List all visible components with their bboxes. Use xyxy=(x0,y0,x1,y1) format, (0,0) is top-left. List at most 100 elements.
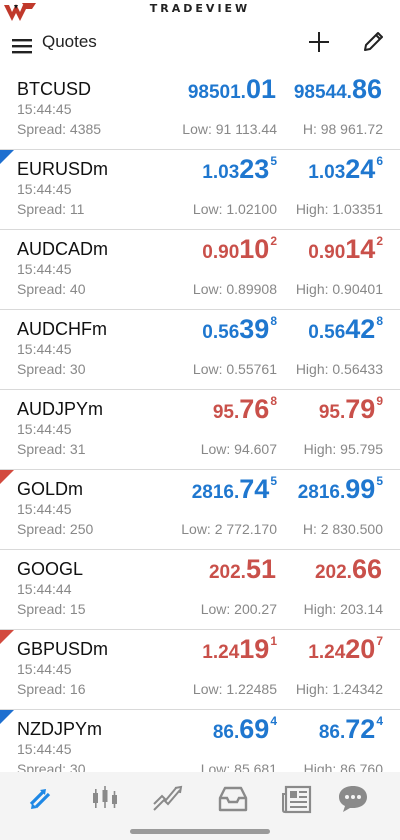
bid-price-pips: 51 xyxy=(245,554,276,584)
symbol-name: GOOGL xyxy=(17,559,84,579)
bid-price-base: 0.56 xyxy=(202,322,240,343)
ask-price-pips: 20 xyxy=(345,634,376,664)
bid-price-pips: 23 xyxy=(239,154,270,184)
bid-price-pips: 10 xyxy=(239,234,270,264)
bid-price-fraction: 5 xyxy=(270,474,277,488)
ask-price[interactable]: 1.24207 xyxy=(308,634,383,665)
quote-row[interactable]: GOOGL 15:44:44 Spread: 15 202.51 202.66 Low: … xyxy=(0,550,400,630)
bid-price-fraction: 8 xyxy=(270,394,277,408)
symbol-name: GBPUSDm xyxy=(17,639,109,659)
bid-price[interactable]: 0.56398 xyxy=(202,314,277,345)
ask-price-base: 1.03 xyxy=(308,162,346,183)
ask-price-pips: 79 xyxy=(345,394,376,424)
low-value: Low: 85.681 xyxy=(200,761,277,772)
trend-icon[interactable] xyxy=(150,782,184,816)
newspaper-icon[interactable] xyxy=(280,782,314,816)
quote-row[interactable]: GOLDm 15:44:45 Spread: 250 2816.745 2816.995… xyxy=(0,470,400,550)
high-value: High: 86.760 xyxy=(303,761,383,772)
ask-price-base: 2816. xyxy=(297,482,346,503)
bid-price-base: 98501. xyxy=(187,82,246,103)
ask-price[interactable]: 0.90142 xyxy=(308,234,383,265)
ask-price-pips: 86 xyxy=(351,74,382,104)
ask-price[interactable]: 86.724 xyxy=(319,714,383,745)
arrows-icon[interactable] xyxy=(24,782,58,816)
top-bar: TRADEVIEW xyxy=(0,0,400,22)
plus-icon[interactable] xyxy=(306,28,332,56)
change-marker xyxy=(0,630,14,644)
low-value: Low: 0.55761 xyxy=(192,361,277,377)
ask-price[interactable]: 2816.995 xyxy=(298,474,383,505)
quote-time: 15:44:45 xyxy=(17,101,72,117)
high-value: High: 0.90401 xyxy=(295,281,383,297)
pencil-icon[interactable] xyxy=(360,28,388,56)
quote-time: 15:44:45 xyxy=(17,421,72,437)
ask-price-base: 86. xyxy=(318,722,346,743)
spread-value: Spread: 4385 xyxy=(17,121,102,137)
bid-price[interactable]: 95.768 xyxy=(213,394,277,425)
ask-price-fraction: 9 xyxy=(376,394,383,408)
bid-price[interactable]: 0.90102 xyxy=(202,234,277,265)
change-marker xyxy=(0,470,14,484)
quote-time: 15:44:45 xyxy=(17,341,72,357)
quote-row[interactable]: AUDJPYm 15:44:45 Spread: 31 95.768 95.799 Low… xyxy=(0,390,400,470)
menu-icon[interactable] xyxy=(10,32,36,60)
bid-price[interactable]: 202.51 xyxy=(209,554,277,585)
app-bar: Quotes xyxy=(0,24,400,70)
ask-price-base: 0.56 xyxy=(308,322,346,343)
spread-value: Spread: 11 xyxy=(17,201,85,217)
ask-price[interactable]: 95.799 xyxy=(319,394,383,425)
bid-price-fraction: 2 xyxy=(270,234,277,248)
spread-value: Spread: 30 xyxy=(17,361,86,377)
quote-row[interactable]: EURUSDm 15:44:45 Spread: 11 1.03235 1.03246 L… xyxy=(0,150,400,230)
low-value: Low: 2 772.170 xyxy=(181,521,277,537)
ask-price-fraction: 4 xyxy=(376,714,383,728)
bid-price-pips: 39 xyxy=(239,314,270,344)
high-value: High: 1.03351 xyxy=(295,201,383,217)
bid-price[interactable]: 86.694 xyxy=(213,714,277,745)
low-value: Low: 1.02100 xyxy=(192,201,277,217)
inbox-icon[interactable] xyxy=(216,782,250,816)
candlestick-icon[interactable] xyxy=(88,782,122,816)
quote-time: 15:44:45 xyxy=(17,501,72,517)
quote-row[interactable]: AUDCHFm 15:44:45 Spread: 30 0.56398 0.56428 L… xyxy=(0,310,400,390)
quote-row[interactable]: AUDCADm 15:44:45 Spread: 40 0.90102 0.90142 L… xyxy=(0,230,400,310)
spread-value: Spread: 16 xyxy=(17,681,86,697)
ask-price[interactable]: 98544.86 xyxy=(294,74,383,105)
bid-price-base: 0.90 xyxy=(202,242,240,263)
ask-price[interactable]: 1.03246 xyxy=(308,154,383,185)
ask-price-pips: 14 xyxy=(345,234,376,264)
quote-row[interactable]: NZDJPYm 15:44:45 Spread: 30 86.694 86.724 Low… xyxy=(0,710,400,772)
ask-price-pips: 72 xyxy=(345,714,376,744)
symbol-name: AUDCADm xyxy=(17,239,109,259)
high-value: H: 2 830.500 xyxy=(302,521,383,537)
home-indicator[interactable] xyxy=(130,829,270,834)
ask-price-base: 1.24 xyxy=(308,642,346,663)
bid-price-base: 202. xyxy=(208,562,246,583)
quote-time: 15:44:45 xyxy=(17,261,72,277)
symbol-name: GOLDm xyxy=(17,479,84,499)
change-marker xyxy=(0,150,14,164)
home-indicator-bar xyxy=(0,824,400,840)
bid-price-pips: 69 xyxy=(239,714,270,744)
low-value: Low: 0.89908 xyxy=(192,281,277,297)
bid-price[interactable]: 1.03235 xyxy=(202,154,277,185)
brand-name: TRADEVIEW xyxy=(149,2,251,15)
bid-price[interactable]: 98501.01 xyxy=(188,74,277,105)
bid-price[interactable]: 1.24191 xyxy=(202,634,277,665)
spread-value: Spread: 40 xyxy=(17,281,86,297)
ask-price-fraction: 6 xyxy=(376,154,383,168)
chat-icon[interactable] xyxy=(336,782,370,816)
quote-time: 15:44:44 xyxy=(17,581,72,597)
quote-row[interactable]: GBPUSDm 15:44:45 Spread: 16 1.24191 1.24207 L… xyxy=(0,630,400,710)
quotes-list: BTCUSD 15:44:45 Spread: 4385 98501.01 98544.… xyxy=(0,70,400,772)
ask-price[interactable]: 0.56428 xyxy=(308,314,383,345)
bid-price[interactable]: 2816.745 xyxy=(192,474,277,505)
ask-price[interactable]: 202.66 xyxy=(315,554,383,585)
ask-price-pips: 24 xyxy=(345,154,376,184)
quote-row[interactable]: BTCUSD 15:44:45 Spread: 4385 98501.01 98544.… xyxy=(0,70,400,150)
bid-price-fraction: 1 xyxy=(270,634,277,648)
page-title: Quotes xyxy=(42,32,97,51)
quote-time: 15:44:45 xyxy=(17,181,72,197)
ask-price-fraction: 8 xyxy=(376,314,383,328)
ask-price-fraction: 7 xyxy=(376,634,383,648)
